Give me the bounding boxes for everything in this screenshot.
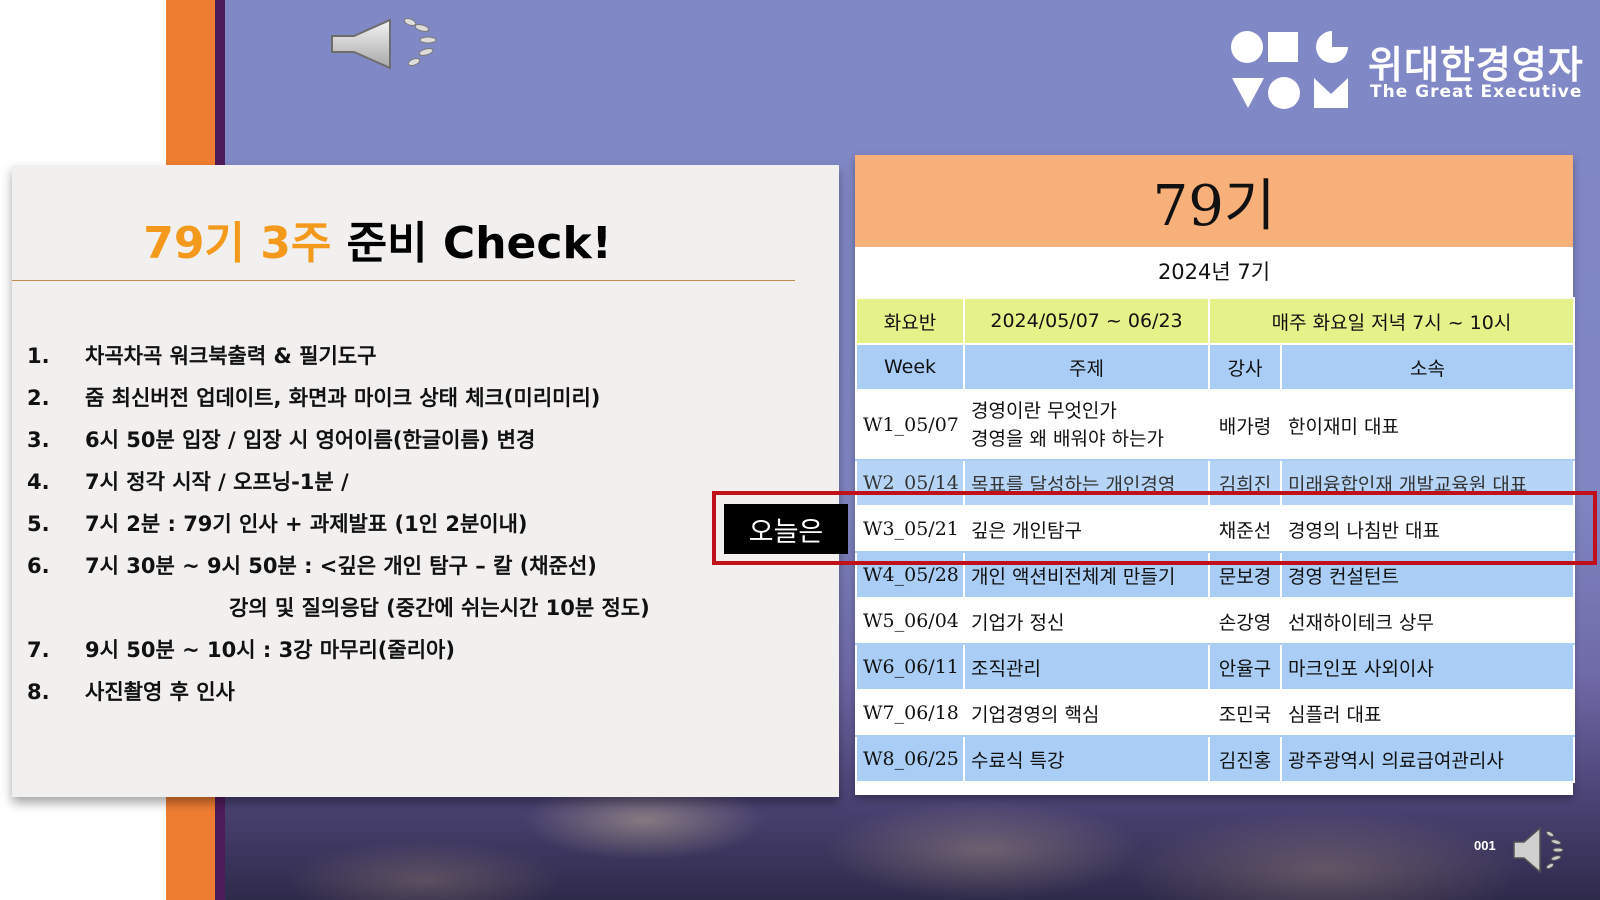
topic-cell: 기업경영의 핵심 bbox=[963, 689, 1210, 737]
agenda-text: 강의 및 질의응답 (중간에 쉬는시간 10분 정도) bbox=[229, 596, 650, 620]
schedule-table: 화요반 2024/05/07 ~ 06/23 매주 화요일 저녁 7시 ~ 10… bbox=[855, 297, 1575, 783]
page-number: 001 bbox=[1474, 838, 1496, 853]
agenda-number: 2. bbox=[27, 386, 50, 410]
instructor-cell: 배가령 bbox=[1208, 389, 1282, 461]
table-row: W1_05/07 경영이란 무엇인가경영을 왜 배워야 하는가 배가령 한이재미… bbox=[855, 389, 1575, 461]
agenda-number: 6. bbox=[27, 554, 50, 578]
week-cell: W6_06/11 bbox=[855, 643, 965, 691]
schedule-info-row: 화요반 2024/05/07 ~ 06/23 매주 화요일 저녁 7시 ~ 10… bbox=[855, 297, 1575, 345]
affiliation-cell: 광주광역시 의료급여관리사 bbox=[1280, 735, 1575, 783]
panel-title-highlight: 79기 3주 bbox=[143, 218, 332, 269]
instructor-cell: 김진홍 bbox=[1208, 735, 1282, 783]
instructor-cell: 안율구 bbox=[1208, 643, 1282, 691]
agenda-item: 4. 7시 정각 시작 / 오프닝-1분 / bbox=[27, 461, 827, 503]
topic-line: 경영이란 무엇인가 bbox=[971, 400, 1117, 422]
column-header-topic: 주제 bbox=[963, 343, 1210, 391]
instructor-cell: 조민국 bbox=[1208, 689, 1282, 737]
agenda-item: 6. 7시 30분 ~ 9시 50분 : <깊은 개인 탐구 – 칼 (채준선) bbox=[27, 545, 827, 587]
checklist-panel: 79기 3주 준비 Check! 1. 차곡차곡 워크북출력 & 필기도구 2. 줌… bbox=[12, 165, 839, 797]
affiliation-cell: 경영 컨설턴트 bbox=[1280, 551, 1575, 599]
schedule-subtitle: 2024년 7기 bbox=[855, 247, 1573, 295]
topic-cell: 조직관리 bbox=[963, 643, 1210, 691]
week-cell: W1_05/07 bbox=[855, 389, 965, 461]
agenda-text: 7시 2분 : 79기 인사 + 과제발표 (1인 2분이내) bbox=[85, 512, 528, 536]
instructor-cell: 채준선 bbox=[1208, 505, 1282, 553]
agenda-item: 5. 7시 2분 : 79기 인사 + 과제발표 (1인 2분이내) bbox=[27, 503, 827, 545]
affiliation-cell: 심플러 대표 bbox=[1280, 689, 1575, 737]
agenda-number: 5. bbox=[27, 512, 50, 536]
topic-cell: 깊은 개인탐구 bbox=[963, 505, 1210, 553]
agenda-list: 1. 차곡차곡 워크북출력 & 필기도구 2. 줌 최신버전 업데이트, 화면과 마… bbox=[27, 335, 827, 713]
brand-name-english: The Great Executive bbox=[1370, 82, 1583, 102]
brand-name-korean: 위대한경영자 bbox=[1368, 43, 1584, 87]
affiliation-cell: 한이재미 대표 bbox=[1280, 389, 1575, 461]
agenda-item: 1. 차곡차곡 워크북출력 & 필기도구 bbox=[27, 335, 827, 377]
agenda-number: 7. bbox=[27, 638, 50, 662]
week-cell: W8_06/25 bbox=[855, 735, 965, 783]
column-header-instructor: 강사 bbox=[1208, 343, 1282, 391]
agenda-text: 6시 50분 입장 / 입장 시 영어이름(한글이름) 변경 bbox=[85, 428, 536, 452]
agenda-text: 사진촬영 후 인사 bbox=[85, 680, 235, 704]
agenda-item-continuation: 강의 및 질의응답 (중간에 쉬는시간 10분 정도) bbox=[27, 587, 827, 629]
speaker-icon[interactable] bbox=[1510, 820, 1570, 880]
panel-title: 79기 3주 준비 Check! bbox=[12, 207, 743, 271]
agenda-number: 1. bbox=[27, 344, 50, 368]
column-header-affiliation: 소속 bbox=[1280, 343, 1575, 391]
today-label: 오늘은 bbox=[724, 504, 848, 554]
week-cell: W2_05/14 bbox=[855, 459, 965, 507]
agenda-text: 7시 정각 시작 / 오프닝-1분 / bbox=[85, 470, 349, 494]
class-period: 2024/05/07 ~ 06/23 bbox=[963, 297, 1210, 345]
topic-cell: 경영이란 무엇인가경영을 왜 배워야 하는가 bbox=[963, 389, 1210, 461]
schedule-title: 79기 bbox=[855, 155, 1573, 247]
class-name: 화요반 bbox=[855, 297, 965, 345]
topic-line: 경영을 왜 배워야 하는가 bbox=[971, 428, 1164, 450]
brand-logo: 위대한경영자 The Great Executive bbox=[1230, 30, 1583, 112]
topic-cell: 기업가 정신 bbox=[963, 597, 1210, 645]
speaker-icon[interactable] bbox=[330, 14, 460, 74]
table-row: W4_05/28 개인 액션비전체계 만들기 문보경 경영 컨설턴트 bbox=[855, 551, 1575, 599]
topic-cell: 개인 액션비전체계 만들기 bbox=[963, 551, 1210, 599]
topic-cell: 목표를 달성하는 개인경영 bbox=[963, 459, 1210, 507]
affiliation-cell: 마크인포 사외이사 bbox=[1280, 643, 1575, 691]
schedule-header-row: Week 주제 강사 소속 bbox=[855, 343, 1575, 391]
instructor-cell: 김희진 bbox=[1208, 459, 1282, 507]
agenda-number: 4. bbox=[27, 470, 50, 494]
affiliation-cell: 경영의 나침반 대표 bbox=[1280, 505, 1575, 553]
title-divider bbox=[12, 280, 795, 281]
week-cell: W3_05/21 bbox=[855, 505, 965, 553]
agenda-item: 8. 사진촬영 후 인사 bbox=[27, 671, 827, 713]
agenda-item: 7. 9시 50분 ~ 10시 : 3강 마무리(줄리아) bbox=[27, 629, 827, 671]
schedule-table-image: 79기 2024년 7기 화요반 2024/05/07 ~ 06/23 매주 화… bbox=[855, 155, 1575, 795]
affiliation-cell: 선재하이테크 상무 bbox=[1280, 597, 1575, 645]
table-row: W7_06/18 기업경영의 핵심 조민국 심플러 대표 bbox=[855, 689, 1575, 737]
agenda-text: 7시 30분 ~ 9시 50분 : <깊은 개인 탐구 – 칼 (채준선) bbox=[85, 554, 597, 578]
table-row: W2_05/14 목표를 달성하는 개인경영 김희진 미래융합인재 개발교육원 … bbox=[855, 459, 1575, 507]
class-time: 매주 화요일 저녁 7시 ~ 10시 bbox=[1208, 297, 1575, 345]
brand-logo-icon bbox=[1231, 31, 1348, 109]
column-header-week: Week bbox=[855, 343, 965, 391]
agenda-number: 3. bbox=[27, 428, 50, 452]
panel-title-rest: 준비 Check! bbox=[331, 218, 612, 269]
week-cell: W4_05/28 bbox=[855, 551, 965, 599]
week-cell: W5_06/04 bbox=[855, 597, 965, 645]
agenda-item: 3. 6시 50분 입장 / 입장 시 영어이름(한글이름) 변경 bbox=[27, 419, 827, 461]
week-cell: W7_06/18 bbox=[855, 689, 965, 737]
agenda-text: 줌 최신버전 업데이트, 화면과 마이크 상태 체크(미리미리) bbox=[85, 386, 601, 410]
instructor-cell: 손강영 bbox=[1208, 597, 1282, 645]
table-row: W6_06/11 조직관리 안율구 마크인포 사외이사 bbox=[855, 643, 1575, 691]
table-row: W8_06/25 수료식 특강 김진홍 광주광역시 의료급여관리사 bbox=[855, 735, 1575, 783]
instructor-cell: 문보경 bbox=[1208, 551, 1282, 599]
table-row: W5_06/04 기업가 정신 손강영 선재하이테크 상무 bbox=[855, 597, 1575, 645]
agenda-item: 2. 줌 최신버전 업데이트, 화면과 마이크 상태 체크(미리미리) bbox=[27, 377, 827, 419]
agenda-number: 8. bbox=[27, 680, 50, 704]
agenda-text: 9시 50분 ~ 10시 : 3강 마무리(줄리아) bbox=[85, 638, 455, 662]
table-row-current-week: W3_05/21 깊은 개인탐구 채준선 경영의 나침반 대표 bbox=[855, 505, 1575, 553]
topic-cell: 수료식 특강 bbox=[963, 735, 1210, 783]
affiliation-cell: 미래융합인재 개발교육원 대표 bbox=[1280, 459, 1575, 507]
agenda-text: 차곡차곡 워크북출력 & 필기도구 bbox=[85, 344, 377, 368]
